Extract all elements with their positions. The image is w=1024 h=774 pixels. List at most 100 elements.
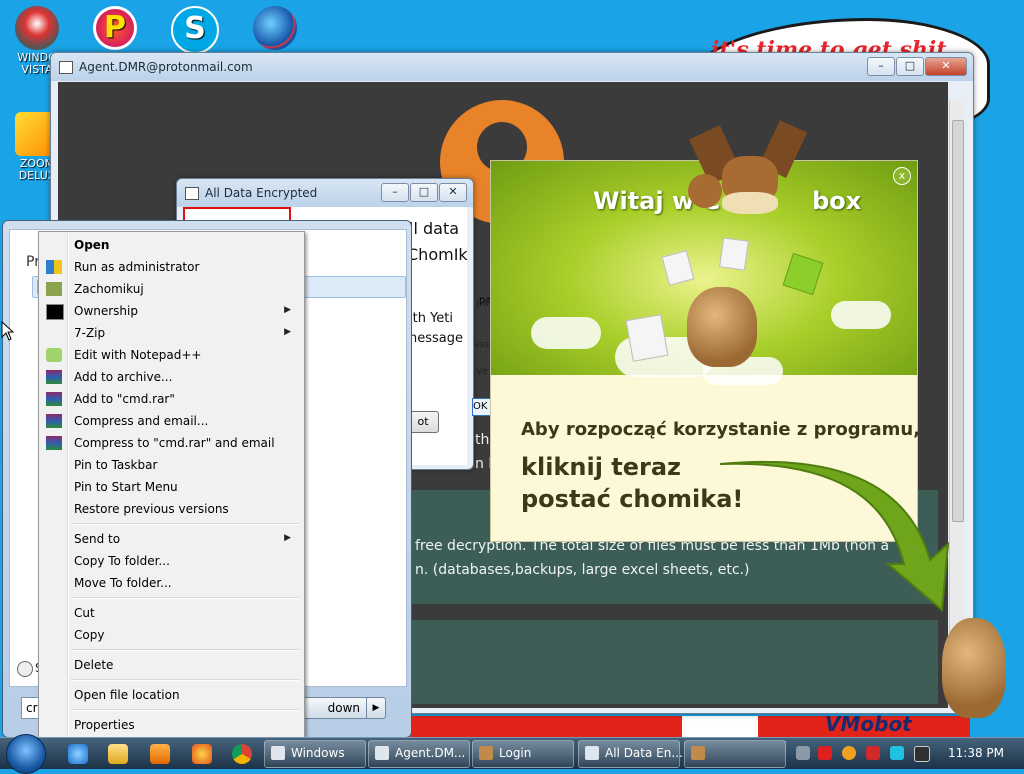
ade-window-titlebar[interactable]: All Data Encrypted – □ ✕	[177, 179, 473, 207]
tray-icon-v[interactable]	[818, 746, 832, 760]
winrar-icon	[46, 392, 62, 406]
menu-item-7zip[interactable]: 7-Zip ▶	[41, 323, 301, 344]
popup-message: Aby rozpocząć korzystanie z programu,	[521, 419, 921, 440]
ade-line: ith Yeti	[409, 311, 454, 326]
search-value: cr	[26, 701, 38, 715]
folder-icon[interactable]	[108, 744, 128, 764]
hamster-image[interactable]	[687, 287, 757, 367]
green-arrow-icon	[718, 460, 950, 613]
window-icon	[59, 61, 73, 74]
menu-item-copy[interactable]: Copy	[41, 625, 301, 646]
winrar-icon	[46, 370, 62, 384]
menu-item-move-to-folder[interactable]: Move To folder...	[41, 573, 301, 594]
desktop-icon-globe[interactable]	[244, 6, 306, 52]
menu-item-send-to[interactable]: Send to ▶	[41, 529, 301, 550]
fox-sprite-image	[688, 120, 810, 232]
menu-item-cut[interactable]: Cut	[41, 603, 301, 624]
window-icon	[375, 746, 389, 760]
menu-item-run-as-admin[interactable]: Run as administrator	[41, 257, 301, 278]
cmd-icon	[46, 304, 64, 320]
menu-item-properties[interactable]: Properties	[41, 715, 301, 736]
shutdown-options-button[interactable]: ▶	[366, 697, 386, 719]
paint-icon[interactable]	[192, 744, 212, 764]
folder-icon	[782, 252, 824, 296]
shutdown-button[interactable]: down	[303, 697, 367, 719]
submenu-arrow-icon: ▶	[284, 327, 291, 337]
minimize-button[interactable]: –	[867, 57, 895, 76]
tray-icon-search[interactable]	[842, 746, 856, 760]
menu-item-compress-email[interactable]: Compress and email...	[41, 411, 301, 432]
menu-item-notepadpp[interactable]: Edit with Notepad++	[41, 345, 301, 366]
window-icon	[185, 187, 199, 200]
hamster-icon	[691, 746, 705, 760]
submenu-arrow-icon: ▶	[284, 533, 291, 543]
ade-line: ChomIk	[407, 245, 468, 264]
ransom-line-2: n. (databases,backups, large excel sheet…	[415, 562, 750, 578]
ade-line: nessage	[409, 331, 463, 346]
context-menu: Open Run as administrator Zachomikuj Own…	[38, 231, 305, 739]
file-icon	[661, 250, 695, 286]
hamster-mascot-image	[942, 618, 1006, 718]
tray-icon-volume[interactable]	[914, 746, 930, 762]
tray-icon-monitor[interactable]	[890, 746, 904, 760]
popup-cta-line2: postać chomika!	[521, 485, 744, 513]
taskbar-button-hamster[interactable]	[684, 740, 786, 768]
ade-field-ok[interactable]: OK	[472, 398, 492, 416]
ade-field-ve: ve	[476, 366, 489, 377]
globe-icon	[253, 6, 297, 50]
maximize-button[interactable]: □	[410, 183, 438, 202]
media-player-icon[interactable]	[150, 744, 170, 764]
music-file-icon	[625, 314, 669, 362]
taskbar-button-agent[interactable]: Agent.DM...	[368, 740, 470, 768]
menu-item-add-cmd-rar[interactable]: Add to "cmd.rar"	[41, 389, 301, 410]
hamster-icon	[479, 746, 493, 760]
ransom-scrollbar[interactable]	[949, 100, 964, 708]
winrar-icon	[46, 436, 62, 450]
close-button[interactable]: ✕	[925, 57, 967, 76]
menu-item-copy-to-folder[interactable]: Copy To folder...	[41, 551, 301, 572]
taskbar-button-windows[interactable]: Windows	[264, 740, 366, 768]
banner-text: VMobot	[825, 712, 912, 736]
menu-item-zachomikuj[interactable]: Zachomikuj	[41, 279, 301, 300]
taskbar: Windows Agent.DM... Login All Data En...…	[0, 734, 1024, 774]
chomik-icon	[46, 282, 62, 296]
menu-item-pin-start[interactable]: Pin to Start Menu	[41, 477, 301, 498]
scroll-thumb[interactable]	[952, 120, 964, 522]
chrome-icon[interactable]	[232, 744, 252, 764]
desktop-icon-p[interactable]: P	[84, 6, 146, 52]
tray-icon-flag[interactable]	[866, 746, 880, 760]
popup-close-button[interactable]: x	[893, 167, 911, 185]
close-button[interactable]: ✕	[439, 183, 467, 202]
menu-item-open-location[interactable]: Open file location	[41, 685, 301, 706]
ie-icon[interactable]	[68, 744, 88, 764]
menu-item-add-archive[interactable]: Add to archive...	[41, 367, 301, 388]
skype-icon: S	[171, 6, 219, 54]
menu-separator	[71, 649, 299, 651]
shield-icon	[46, 260, 62, 274]
start-button[interactable]	[6, 734, 46, 774]
ade-field-bar	[409, 227, 467, 241]
menu-item-restore-versions[interactable]: Restore previous versions	[41, 499, 301, 520]
menu-item-pin-taskbar[interactable]: Pin to Taskbar	[41, 455, 301, 476]
see-more-icon[interactable]	[17, 661, 33, 677]
clock[interactable]: 11:38 PM	[948, 746, 1004, 760]
menu-item-compress-cmd-email[interactable]: Compress to "cmd.rar" and email	[41, 433, 301, 454]
desktop-icon-skype[interactable]: S	[164, 6, 226, 56]
menu-separator	[71, 597, 299, 599]
menu-item-delete[interactable]: Delete	[41, 655, 301, 676]
menu-item-ownership[interactable]: Ownership ▶	[41, 301, 301, 322]
maximize-button[interactable]: □	[896, 57, 924, 76]
ransom-window-title: Agent.DMR@protonmail.com	[79, 60, 253, 74]
ade-window-title: All Data Encrypted	[205, 186, 318, 200]
window-icon	[585, 746, 599, 760]
tray-icon-grid[interactable]	[796, 746, 810, 760]
menu-separator	[71, 709, 299, 711]
ransom-window-titlebar[interactable]: Agent.DMR@protonmail.com – □ ✕	[51, 53, 973, 81]
taskbar-button-login[interactable]: Login	[472, 740, 574, 768]
mouse-cursor-icon	[1, 320, 15, 344]
image-icon	[719, 237, 749, 271]
taskbar-button-all-data[interactable]: All Data En...	[578, 740, 683, 768]
menu-item-open[interactable]: Open	[41, 235, 301, 256]
vista-icon	[15, 6, 59, 50]
minimize-button[interactable]: –	[381, 183, 409, 202]
